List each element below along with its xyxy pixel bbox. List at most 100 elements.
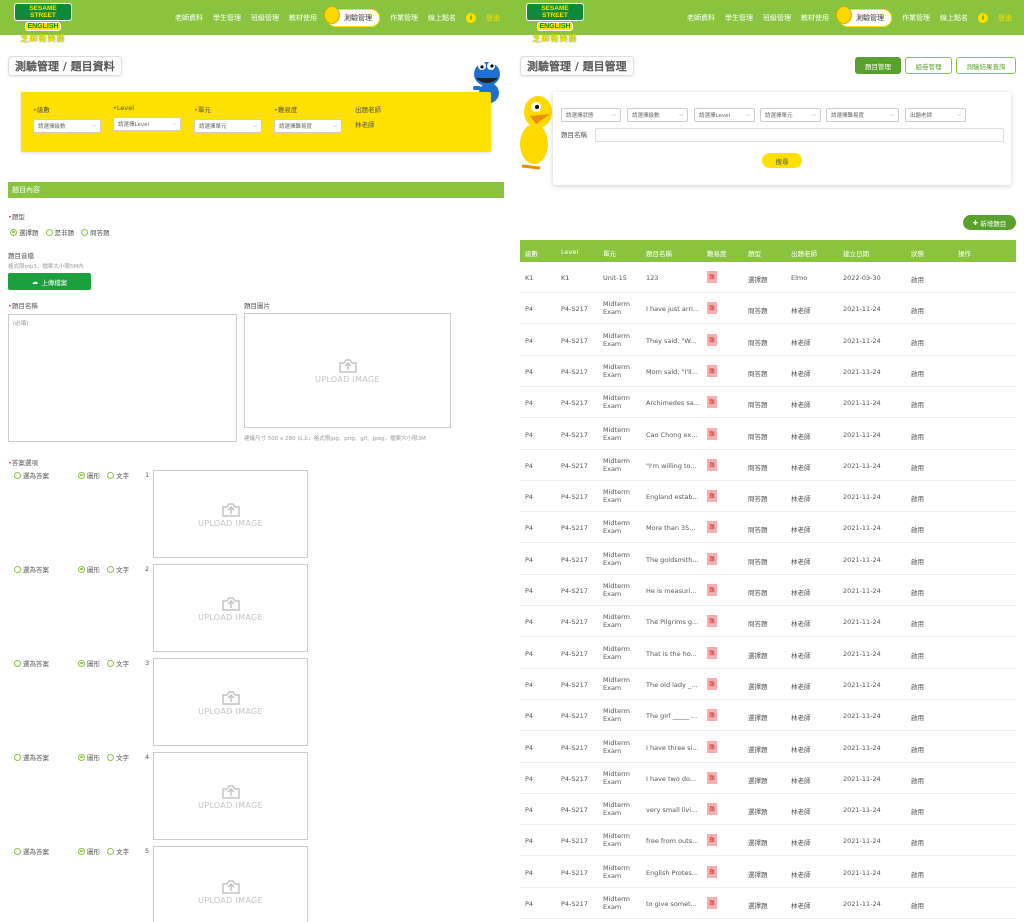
table-row[interactable]: P4 P4-S217 Midterm Exam I have two do... 難 選擇… bbox=[520, 763, 1016, 794]
nav-homework[interactable]: 作業管理 bbox=[390, 13, 418, 23]
table-row[interactable]: P4 P4-S217 Midterm Exam England estab... 難 問答… bbox=[520, 481, 1016, 513]
cell-question-name[interactable]: The goldsmith... bbox=[646, 556, 699, 564]
answer-graphic-radio[interactable]: 圖形 bbox=[78, 752, 100, 762]
nav-rollcall[interactable]: 線上點名 bbox=[428, 13, 456, 23]
nav-tests-active[interactable]: 測驗管理 bbox=[836, 6, 892, 27]
answer-image-upload[interactable]: UPLOAD IMAGE bbox=[153, 658, 308, 746]
table-row[interactable]: P4 P4-S217 Midterm Exam I have three si... 難… bbox=[520, 732, 1016, 763]
cell-question-name[interactable]: Archimedes sa... bbox=[646, 399, 700, 407]
table-row[interactable]: P4 P4-S217 Midterm Exam very small livi... 難… bbox=[520, 794, 1016, 826]
type-choice-radio[interactable]: 選擇題 bbox=[10, 227, 39, 237]
cell-question-name[interactable]: 123 bbox=[646, 274, 658, 282]
table-row[interactable]: P4 P4-S217 Midterm Exam More than 35... 難 問答題… bbox=[520, 512, 1016, 544]
answer-text-radio[interactable]: 文字 bbox=[107, 846, 129, 856]
nav-materials[interactable]: 教材使用 bbox=[801, 13, 829, 23]
cell-question-name[interactable]: England estab... bbox=[646, 493, 699, 501]
type-qa-radio[interactable]: 問答題 bbox=[81, 227, 110, 237]
table-row[interactable]: P4 P4-S217 Midterm Exam Cao Chong ex... 難 問答題… bbox=[520, 419, 1016, 450]
nav-classes[interactable]: 班級管理 bbox=[251, 13, 279, 23]
select-as-answer-radio[interactable]: 選為答案 bbox=[14, 658, 49, 668]
answer-graphic-radio[interactable]: 圖形 bbox=[78, 658, 100, 668]
grade-select[interactable]: 請選擇級數 ⌵ bbox=[627, 108, 688, 122]
cell-question-name[interactable]: The old lady _... bbox=[646, 681, 697, 689]
nav-classes[interactable]: 班級管理 bbox=[763, 13, 791, 23]
cell-question-name[interactable]: to give somet... bbox=[646, 900, 697, 908]
table-row[interactable]: P4 P4-S217 Midterm Exam He is measuri... 難 問答… bbox=[520, 575, 1016, 606]
cell-question-name[interactable]: I have three si... bbox=[646, 744, 699, 752]
answer-graphic-radio[interactable]: 圖形 bbox=[78, 470, 100, 480]
table-row[interactable]: P4 P4-S217 Midterm Exam English Protes... 難 選… bbox=[520, 857, 1016, 888]
cell-question-name[interactable]: The girl _____ ... bbox=[646, 712, 697, 720]
answer-text-radio[interactable]: 文字 bbox=[107, 564, 129, 574]
difficulty-select[interactable]: 請選擇難易度 ⌵ bbox=[826, 108, 899, 122]
cell-question-name[interactable]: I have two do... bbox=[646, 775, 696, 783]
tab-test-results[interactable]: 測驗結果查詢 bbox=[956, 57, 1016, 74]
table-row[interactable]: P4 P4-S217 Midterm Exam Mom said, "I'll... 難… bbox=[520, 356, 1016, 387]
select-as-answer-radio[interactable]: 選為答案 bbox=[14, 470, 49, 480]
cell-question-name[interactable]: Cao Chong ex... bbox=[646, 431, 697, 439]
unit-select[interactable]: 請選擇單元 ⌵ bbox=[760, 108, 821, 122]
level-select[interactable]: 請選擇Level ⌵ bbox=[694, 108, 755, 122]
info-icon[interactable]: i bbox=[466, 13, 476, 23]
info-icon[interactable]: i bbox=[978, 13, 988, 23]
answer-text-radio[interactable]: 文字 bbox=[107, 752, 129, 762]
question-name-textarea[interactable]: (必填) bbox=[8, 314, 237, 442]
tab-paper-manage[interactable]: 組卷管理 bbox=[905, 57, 952, 74]
cell-question-name[interactable]: "I'm willing to... bbox=[646, 462, 697, 470]
cell-question-name[interactable]: very small livi... bbox=[646, 806, 697, 814]
type-truefalse-radio[interactable]: 是非題 bbox=[45, 227, 74, 237]
table-row[interactable]: P4 P4-S217 Midterm Exam The girl _____ ... 難… bbox=[520, 700, 1016, 732]
sesame-street-logo[interactable]: SESAME STREET ENGLISH 芝麻街美語 bbox=[14, 3, 72, 51]
cell-question-name[interactable]: Mom said, "I'll... bbox=[646, 368, 698, 376]
nav-students[interactable]: 學生管理 bbox=[213, 13, 241, 23]
cell-question-name[interactable]: They said, "W... bbox=[646, 337, 696, 345]
search-name-input[interactable] bbox=[595, 128, 1004, 142]
unit-select[interactable]: 請選擇單元 ⌵ bbox=[194, 119, 262, 133]
table-row[interactable]: P4 P4-S217 Midterm Exam to give somet... 難 選擇… bbox=[520, 888, 1016, 919]
select-as-answer-radio[interactable]: 選為答案 bbox=[14, 564, 49, 574]
table-row[interactable]: P4 P4-S217 Midterm Exam Archimedes sa... 難 問答… bbox=[520, 387, 1016, 419]
status-select[interactable]: 請選擇狀態 ⌵ bbox=[561, 108, 621, 122]
nav-teacher[interactable]: 老師資料 bbox=[175, 13, 203, 23]
answer-text-radio[interactable]: 文字 bbox=[107, 470, 129, 480]
table-row[interactable]: P4 P4-S217 Midterm Exam "I'm willing to... 難… bbox=[520, 450, 1016, 481]
search-button[interactable]: 搜尋 bbox=[762, 153, 802, 168]
teacher-select[interactable]: 出題老師 ⌵ bbox=[905, 108, 966, 122]
level-select[interactable]: 請選擇Level ⌵ bbox=[113, 117, 181, 131]
table-row[interactable]: P4 P4-S217 Midterm Exam That is the ho... 難 選… bbox=[520, 638, 1016, 669]
nav-rollcall[interactable]: 線上點名 bbox=[940, 13, 968, 23]
table-row[interactable]: P4 P4-S217 Midterm Exam They said, "W... 難 問答… bbox=[520, 325, 1016, 356]
question-image-upload[interactable]: UPLOAD IMAGE bbox=[244, 313, 451, 428]
answer-image-upload[interactable]: UPLOAD IMAGE bbox=[153, 564, 308, 652]
cell-question-name[interactable]: The Pilgrims g... bbox=[646, 618, 698, 626]
logout-link[interactable]: 登出 bbox=[998, 13, 1012, 23]
nav-students[interactable]: 學生管理 bbox=[725, 13, 753, 23]
upload-file-button[interactable]: ☁ 上傳檔案 bbox=[8, 273, 91, 290]
cell-question-name[interactable]: He is measuri... bbox=[646, 587, 697, 595]
select-as-answer-radio[interactable]: 選為答案 bbox=[14, 846, 49, 856]
grade-select[interactable]: 請選擇級數 ⌵ bbox=[33, 119, 101, 133]
cell-question-name[interactable]: More than 35... bbox=[646, 524, 696, 532]
tab-question-manage[interactable]: 題目管理 bbox=[855, 57, 901, 74]
cell-question-name[interactable]: That is the ho... bbox=[646, 650, 697, 658]
table-row[interactable]: P4 P4-S217 Midterm Exam free from outs... 難 選… bbox=[520, 825, 1016, 857]
table-row[interactable]: P4 P4-S217 Midterm Exam The Pilgrims g... 難 問… bbox=[520, 606, 1016, 638]
sesame-street-logo[interactable]: SESAME STREET ENGLISH 芝麻街美語 bbox=[526, 3, 584, 51]
nav-teacher[interactable]: 老師資料 bbox=[687, 13, 715, 23]
answer-image-upload[interactable]: UPLOAD IMAGE bbox=[153, 846, 308, 922]
cell-question-name[interactable]: English Protes... bbox=[646, 869, 698, 877]
difficulty-select[interactable]: 請選擇難易度 ⌵ bbox=[274, 119, 342, 133]
answer-image-upload[interactable]: UPLOAD IMAGE bbox=[153, 752, 308, 840]
logout-link[interactable]: 登出 bbox=[486, 13, 500, 23]
nav-homework[interactable]: 作業管理 bbox=[902, 13, 930, 23]
cell-question-name[interactable]: I have just arri... bbox=[646, 305, 699, 313]
add-question-button[interactable]: ✚ 新增題目 bbox=[963, 215, 1016, 230]
answer-graphic-radio[interactable]: 圖形 bbox=[78, 846, 100, 856]
table-row[interactable]: P4 P4-S217 Midterm Exam I have just arri...… bbox=[520, 293, 1016, 325]
table-row[interactable]: P4 P4-S217 Midterm Exam The old lady _... 難 選… bbox=[520, 669, 1016, 700]
nav-tests-active[interactable]: 測驗管理 bbox=[324, 6, 380, 27]
nav-materials[interactable]: 教材使用 bbox=[289, 13, 317, 23]
answer-graphic-radio[interactable]: 圖形 bbox=[78, 564, 100, 574]
answer-text-radio[interactable]: 文字 bbox=[107, 658, 129, 668]
table-row[interactable]: K1 K1 Unit-15 123 難 選擇題 Elmo 2022-03-30 啟用 bbox=[520, 262, 1016, 293]
